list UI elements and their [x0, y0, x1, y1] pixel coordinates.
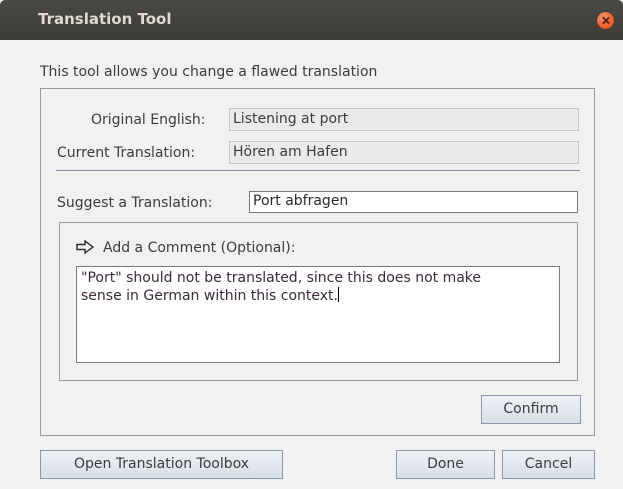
suggest-translation-label: Suggest a Translation:	[57, 195, 213, 211]
cancel-button[interactable]: Cancel	[502, 450, 595, 479]
original-english-label: Original English:	[91, 112, 206, 128]
suggest-translation-input[interactable]: Port abfragen	[249, 191, 578, 213]
arrow-right-outline-icon	[76, 240, 94, 254]
original-english-field: Listening at port	[229, 108, 579, 131]
text-cursor	[338, 287, 339, 302]
translation-tool-dialog: Translation Tool This tool allows you ch…	[0, 0, 623, 489]
confirm-button[interactable]: Confirm	[481, 395, 581, 424]
current-translation-label: Current Translation:	[57, 145, 196, 161]
intro-text: This tool allows you change a flawed tra…	[40, 64, 378, 80]
current-translation-field: Hören am Hafen	[229, 141, 579, 164]
comment-textarea[interactable]: "Port" should not be translated, since t…	[76, 266, 560, 363]
add-comment-label: Add a Comment (Optional):	[103, 240, 296, 256]
separator	[56, 170, 580, 171]
title-bar[interactable]: Translation Tool	[0, 0, 623, 40]
close-icon[interactable]	[597, 12, 614, 29]
open-translation-toolbox-button[interactable]: Open Translation Toolbox	[40, 450, 283, 479]
window-title: Translation Tool	[38, 10, 172, 28]
comment-text: "Port" should not be translated, since t…	[81, 270, 482, 304]
done-button[interactable]: Done	[396, 450, 495, 479]
